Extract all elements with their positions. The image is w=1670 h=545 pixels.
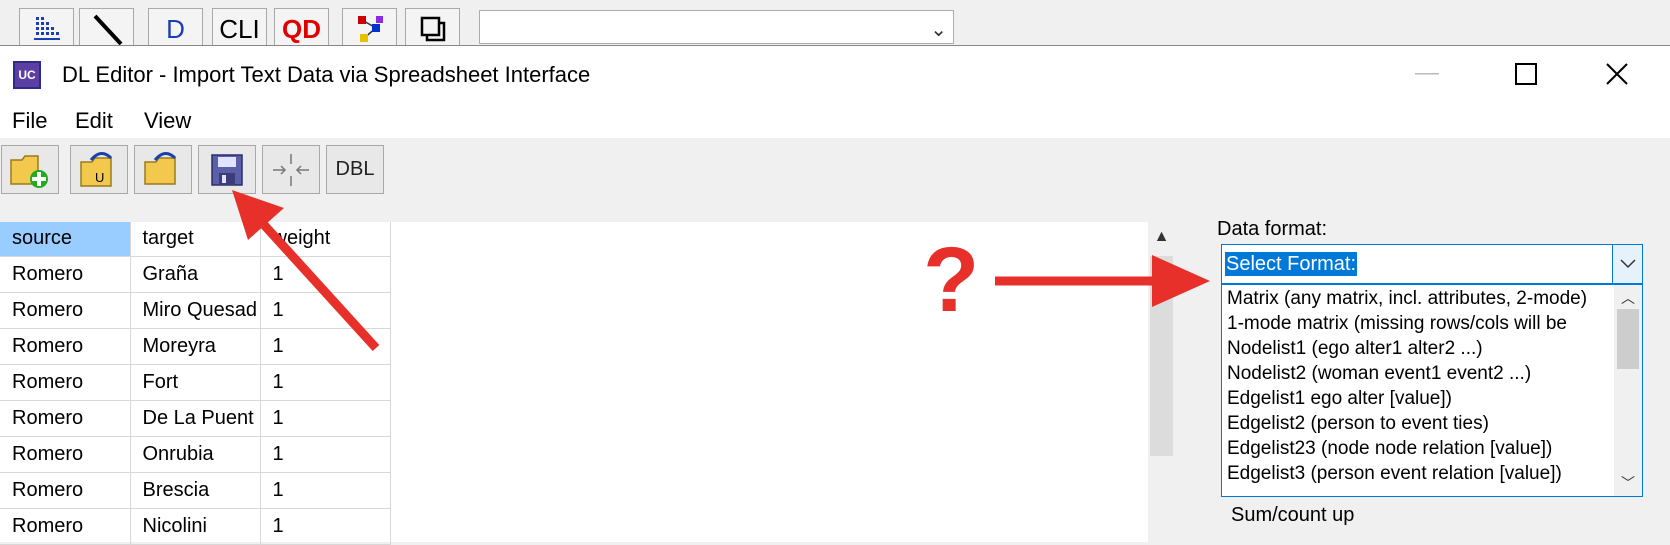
grid-cell[interactable]: 1	[260, 364, 391, 401]
menu-file[interactable]: File	[12, 108, 47, 134]
format-option[interactable]: Edgelist23 (node node relation [value])	[1227, 438, 1615, 460]
qd-button[interactable]: QD	[274, 8, 329, 50]
grid-header-cell[interactable]: target	[130, 222, 261, 257]
main-app-toolbar: D CLI QD ⌄	[0, 0, 1670, 50]
menu-edit[interactable]: Edit	[75, 108, 113, 134]
table-row: Romero Onrubia 1	[0, 436, 391, 473]
window-title: DL Editor - Import Text Data via Spreads…	[62, 62, 591, 87]
grid-cell[interactable]: Moreyra	[130, 328, 261, 365]
open-ucinet-icon[interactable]: U	[70, 145, 128, 194]
close-icon	[1606, 63, 1628, 85]
table-row: Romero Graña 1	[0, 256, 391, 293]
grid-cell[interactable]: Romero	[0, 436, 131, 473]
grid-cell[interactable]: 1	[260, 292, 391, 329]
minimize-button[interactable]	[1404, 54, 1450, 94]
menu-bar: File Edit View	[0, 102, 1670, 138]
data-format-dropdown[interactable]: Matrix (any matrix, incl. attributes, 2-…	[1221, 284, 1643, 497]
data-format-select[interactable]: Select Format:	[1221, 244, 1643, 284]
format-option[interactable]: Edgelist3 (person event relation [value]…	[1227, 463, 1615, 485]
grid-cell[interactable]: Onrubia	[130, 436, 261, 473]
grid-cell[interactable]: 1	[260, 256, 391, 293]
spreadsheet[interactable]: source target weight Romero Graña 1 Rome…	[0, 222, 1175, 545]
windows-icon[interactable]	[405, 8, 460, 50]
table-row: Romero Nicolini 1	[0, 508, 391, 545]
grid-cell[interactable]: Nicolini	[130, 508, 261, 545]
grid-cell[interactable]: Romero	[0, 292, 131, 329]
data-grid: source target weight Romero Graña 1 Rome…	[0, 222, 391, 545]
d-button[interactable]: D	[148, 8, 203, 50]
compress-icon[interactable]	[262, 145, 320, 194]
chevron-down-icon[interactable]	[1612, 245, 1642, 283]
grid-cell[interactable]: 1	[260, 400, 391, 437]
save-icon[interactable]	[198, 145, 256, 194]
grid-cell[interactable]: 1	[260, 436, 391, 473]
grid-cell[interactable]: Fort	[130, 364, 261, 401]
svg-text:U: U	[95, 170, 104, 185]
dl-editor-window: UC DL Editor - Import Text Data via Spre…	[0, 45, 1670, 545]
annotation-question-mark: ?	[923, 229, 980, 331]
grid-cell[interactable]: Romero	[0, 256, 131, 293]
network-graph-icon[interactable]	[342, 8, 397, 50]
data-format-selected: Select Format:	[1225, 252, 1358, 276]
data-format-label: Data format:	[1217, 218, 1328, 240]
pen-icon[interactable]	[79, 8, 134, 50]
maximize-button[interactable]	[1503, 54, 1549, 94]
grid-cell[interactable]: De La Puent	[130, 400, 261, 437]
table-row: Romero Fort 1	[0, 364, 391, 401]
format-option[interactable]: 1-mode matrix (missing rows/cols will be	[1227, 313, 1615, 335]
top-combo[interactable]: ⌄	[479, 10, 954, 44]
grid-cell[interactable]: Brescia	[130, 472, 261, 509]
table-row: Romero Brescia 1	[0, 472, 391, 509]
grid-header-cell[interactable]: weight	[260, 222, 391, 257]
chevron-down-icon: ⌄	[930, 19, 947, 41]
title-bar: UC DL Editor - Import Text Data via Spre…	[0, 46, 1670, 102]
grid-cell[interactable]: 1	[260, 472, 391, 509]
grid-cell[interactable]: Graña	[130, 256, 261, 293]
table-row: Romero De La Puent 1	[0, 400, 391, 437]
sum-count-radio[interactable]: Sum/count up	[1231, 504, 1354, 527]
open-folder-icon[interactable]	[134, 145, 192, 194]
scroll-up-icon[interactable]: ▲	[1148, 228, 1175, 246]
data-format-panel: Data format: Select Format: Matrix (any …	[1175, 218, 1670, 542]
grid-cell[interactable]: Miro Quesad	[130, 292, 261, 329]
format-option[interactable]: Edgelist1 ego alter [value])	[1227, 388, 1615, 410]
grid-cell[interactable]: 1	[260, 328, 391, 365]
format-option[interactable]: Matrix (any matrix, incl. attributes, 2-…	[1227, 288, 1615, 310]
scrollbar-thumb[interactable]	[1150, 256, 1173, 456]
grid-cell[interactable]: Romero	[0, 508, 131, 545]
grid-cell[interactable]: Romero	[0, 328, 131, 365]
grid-scrollbar[interactable]: ▲	[1148, 222, 1175, 542]
format-option[interactable]: Edgelist2 (person to event ties)	[1227, 413, 1615, 435]
grid-cell[interactable]: 1	[260, 508, 391, 545]
dropdown-scrollbar[interactable]: ︿ ﹀	[1614, 285, 1642, 496]
grid-header-row: source target weight	[0, 222, 391, 257]
table-row: Romero Miro Quesad 1	[0, 292, 391, 329]
grid-cell[interactable]: Romero	[0, 472, 131, 509]
format-option[interactable]: Nodelist2 (woman event1 event2 ...)	[1227, 363, 1615, 385]
menu-view[interactable]: View	[144, 108, 191, 134]
chevron-up-icon[interactable]: ︿	[1614, 288, 1642, 308]
matrix-dots-icon[interactable]	[19, 8, 74, 50]
editor-toolbar: U DBL	[0, 138, 1670, 198]
dbl-button[interactable]: DBL	[326, 145, 384, 194]
app-icon: UC	[13, 61, 41, 89]
grid-cell[interactable]: Romero	[0, 400, 131, 437]
close-button[interactable]	[1594, 54, 1640, 94]
chevron-down-icon[interactable]: ﹀	[1614, 473, 1642, 493]
cli-button[interactable]: CLI	[212, 8, 267, 50]
new-folder-icon[interactable]	[1, 145, 59, 194]
grid-cell[interactable]: Romero	[0, 364, 131, 401]
format-option[interactable]: Nodelist1 (ego alter1 alter2 ...)	[1227, 338, 1615, 360]
table-row: Romero Moreyra 1	[0, 328, 391, 365]
grid-header-cell[interactable]: source	[0, 222, 131, 257]
scrollbar-thumb[interactable]	[1617, 309, 1639, 369]
